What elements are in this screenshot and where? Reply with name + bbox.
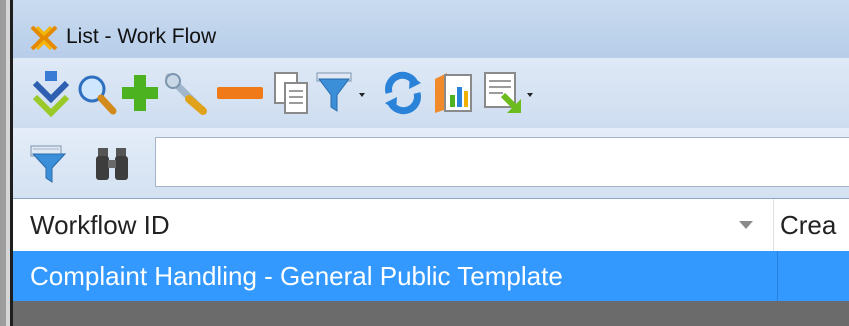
copy-icon[interactable]: [271, 69, 311, 117]
cell-divider: [777, 251, 778, 301]
workflow-logo-icon: [30, 25, 58, 51]
workflow-list-window: List - Work Flow Workflow ID Crea Compla…: [10, 0, 849, 326]
column-header-created[interactable]: Crea: [780, 199, 849, 251]
remove-icon[interactable]: [213, 69, 267, 117]
refresh-icon[interactable]: [379, 69, 427, 117]
cell-workflow-id: Complaint Handling - General Public Temp…: [30, 261, 563, 291]
filter-dropdown-icon[interactable]: [315, 69, 375, 117]
sort-dropdown-icon[interactable]: [739, 221, 753, 229]
filter-icon[interactable]: [29, 142, 73, 190]
search-icon[interactable]: [75, 69, 117, 117]
add-icon[interactable]: [119, 69, 161, 117]
column-header-label: Workflow ID: [30, 210, 170, 240]
window-title: List - Work Flow: [66, 25, 217, 48]
binoculars-icon[interactable]: [95, 144, 129, 192]
grid-empty-area: [13, 301, 849, 326]
export-dropdown-icon[interactable]: [481, 69, 541, 117]
table-row[interactable]: Complaint Handling - General Public Temp…: [13, 251, 849, 301]
download-icon[interactable]: [30, 69, 74, 117]
toolbar: [13, 58, 849, 128]
grid-header: Workflow ID Crea: [13, 199, 849, 252]
column-divider[interactable]: [773, 199, 774, 251]
search-input[interactable]: [155, 137, 849, 187]
wrench-icon[interactable]: [163, 69, 209, 117]
column-header-label: Crea: [780, 210, 837, 240]
title-bar[interactable]: List - Work Flow: [13, 0, 849, 58]
search-bar: [13, 128, 849, 199]
column-header-workflow-id[interactable]: Workflow ID: [30, 199, 775, 251]
report-icon[interactable]: [431, 69, 477, 117]
